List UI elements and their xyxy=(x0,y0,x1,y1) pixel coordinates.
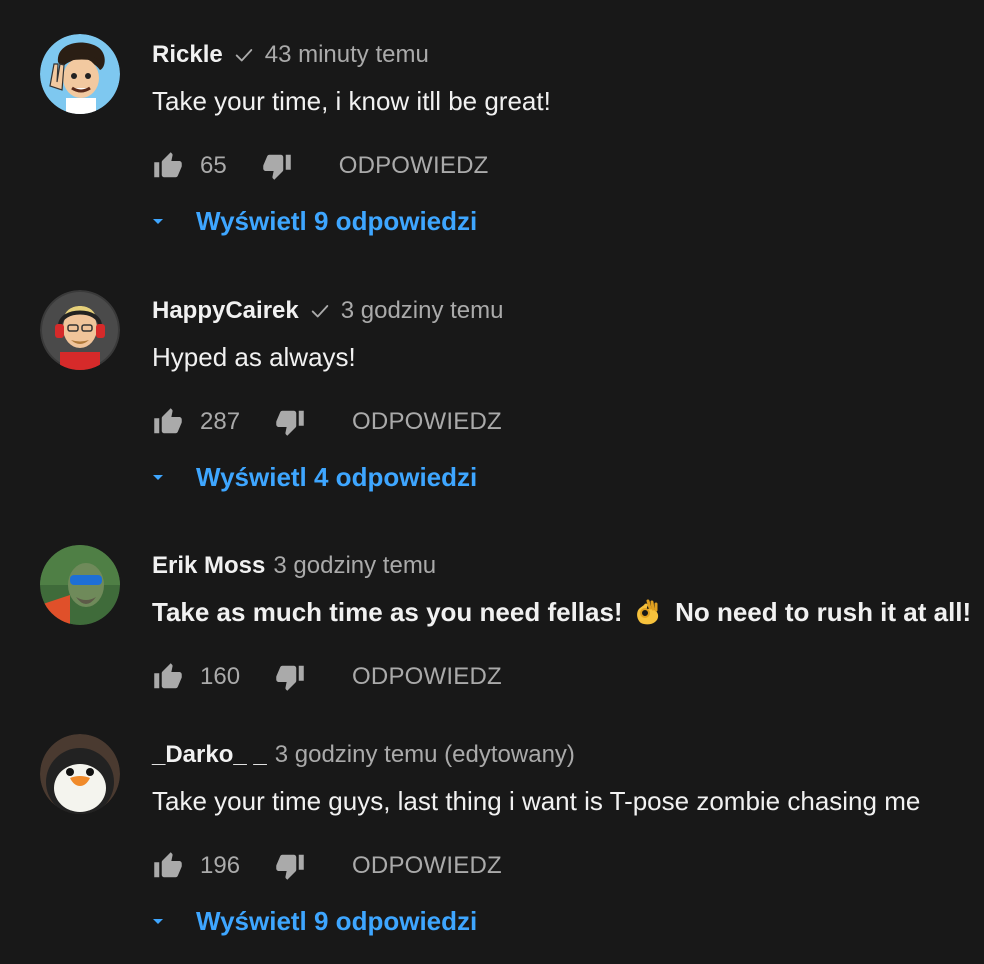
thumbs-down-icon[interactable] xyxy=(274,661,306,693)
checkmark-icon xyxy=(233,44,255,66)
reply-button[interactable]: ODPOWIEDZ xyxy=(339,152,489,180)
checkmark-icon xyxy=(309,300,331,322)
comment-time[interactable]: 43 minuty temu xyxy=(265,41,429,69)
view-replies-label: Wyświetl 9 odpowiedzi xyxy=(196,905,478,936)
comment-time[interactable]: 3 godziny temu xyxy=(341,297,504,325)
reply-button[interactable]: ODPOWIEDZ xyxy=(352,852,502,880)
comment-text: Take your time, i know itll be great! xyxy=(152,86,551,116)
ok-hand-emoji-icon xyxy=(632,597,662,627)
thumbs-up-icon[interactable] xyxy=(152,661,184,693)
comment-text-part: No need to rush it at all! xyxy=(675,597,972,627)
comment-actions: 196 ODPOWIEDZ xyxy=(152,846,502,886)
caret-down-icon xyxy=(146,909,170,933)
avatar[interactable] xyxy=(40,290,120,370)
view-replies-button[interactable]: Wyświetl 9 odpowiedzi xyxy=(146,902,477,940)
like-count: 196 xyxy=(200,852,241,879)
caret-down-icon xyxy=(146,209,170,233)
comment-actions: 65 ODPOWIEDZ xyxy=(152,146,489,186)
caret-down-icon xyxy=(146,465,170,489)
reply-button[interactable]: ODPOWIEDZ xyxy=(352,663,502,691)
thumbs-down-icon[interactable] xyxy=(261,150,293,182)
avatar[interactable] xyxy=(40,734,120,814)
thumbs-down-icon[interactable] xyxy=(274,850,306,882)
avatar[interactable] xyxy=(40,545,120,625)
thumbs-up-icon[interactable] xyxy=(152,150,184,182)
reply-button[interactable]: ODPOWIEDZ xyxy=(352,408,502,436)
comment-author[interactable]: _Darko_ _ xyxy=(152,741,267,769)
comment-text: Take as much time as you need fellas! No… xyxy=(152,597,971,628)
comment-text-part: Take as much time as you need fellas! xyxy=(152,597,623,627)
view-replies-label: Wyświetl 9 odpowiedzi xyxy=(196,205,478,236)
avatar-image xyxy=(40,734,120,814)
like-count: 65 xyxy=(200,152,227,179)
like-count: 160 xyxy=(200,663,241,690)
thumbs-up-icon[interactable] xyxy=(152,850,184,882)
view-replies-label: Wyświetl 4 odpowiedzi xyxy=(196,461,478,492)
like-count: 287 xyxy=(200,408,241,435)
thumbs-down-icon[interactable] xyxy=(274,406,306,438)
comment-author[interactable]: Erik Moss xyxy=(152,552,265,580)
comment-text: Hyped as always! xyxy=(152,342,356,372)
avatar-image xyxy=(40,290,120,370)
thumbs-up-icon[interactable] xyxy=(152,406,184,438)
view-replies-button[interactable]: Wyświetl 9 odpowiedzi xyxy=(146,202,477,240)
avatar-image xyxy=(40,34,120,114)
comment-time[interactable]: 3 godziny temu (edytowany) xyxy=(275,741,575,769)
avatar-image xyxy=(40,545,120,625)
comment-author[interactable]: Rickle xyxy=(152,41,223,69)
comment-time[interactable]: 3 godziny temu xyxy=(273,552,436,580)
avatar[interactable] xyxy=(40,34,120,114)
comment-author[interactable]: HappyCairek xyxy=(152,297,299,325)
comment-text: Take your time guys, last thing i want i… xyxy=(152,786,921,816)
comment-actions: 160 ODPOWIEDZ xyxy=(152,657,502,697)
view-replies-button[interactable]: Wyświetl 4 odpowiedzi xyxy=(146,458,477,496)
comment-actions: 287 ODPOWIEDZ xyxy=(152,402,502,442)
